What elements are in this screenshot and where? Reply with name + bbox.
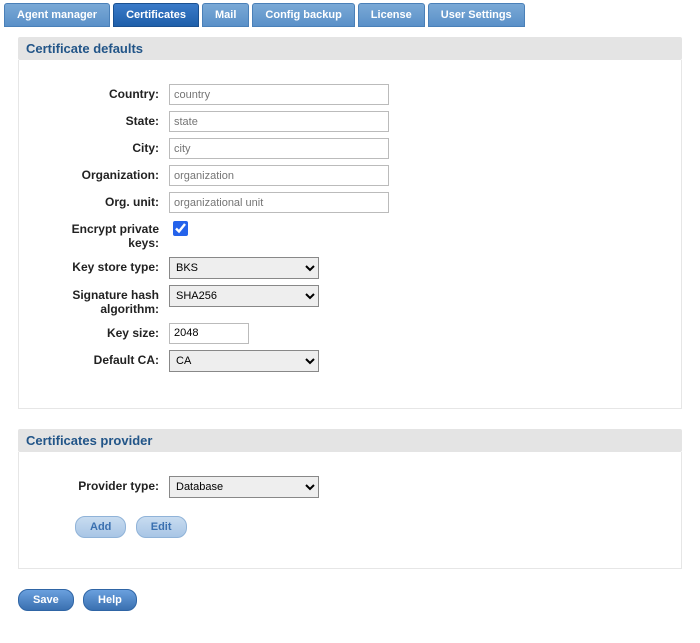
- panel-certificates-provider: Certificates provider Provider type: Dat…: [18, 429, 682, 569]
- panel-header-provider: Certificates provider: [18, 429, 682, 452]
- input-country[interactable]: [169, 84, 389, 105]
- tab-bar: Agent manager Certificates Mail Config b…: [0, 0, 700, 27]
- input-key-size[interactable]: [169, 323, 249, 344]
- select-key-store-type[interactable]: BKS: [169, 257, 319, 279]
- panel-body-defaults: Country: State: City: Organization:: [18, 60, 682, 409]
- footer-buttons: Save Help: [18, 589, 682, 625]
- save-button[interactable]: Save: [18, 589, 74, 611]
- panel-header-defaults: Certificate defaults: [18, 37, 682, 60]
- tab-user-settings[interactable]: User Settings: [428, 3, 525, 27]
- label-country: Country:: [39, 84, 169, 101]
- content-area: Certificate defaults Country: State: Cit…: [0, 27, 700, 643]
- select-sig-hash-alg[interactable]: SHA256: [169, 285, 319, 307]
- tab-agent-manager[interactable]: Agent manager: [4, 3, 110, 27]
- label-encrypt-keys: Encrypt private keys:: [39, 219, 169, 251]
- help-button[interactable]: Help: [83, 589, 137, 611]
- tab-license[interactable]: License: [358, 3, 425, 27]
- label-org-unit: Org. unit:: [39, 192, 169, 209]
- checkbox-encrypt-keys[interactable]: [173, 221, 188, 236]
- select-default-ca[interactable]: CA: [169, 350, 319, 372]
- label-key-store-type: Key store type:: [39, 257, 169, 274]
- select-provider-type[interactable]: Database: [169, 476, 319, 498]
- label-state: State:: [39, 111, 169, 128]
- label-sig-hash-alg: Signature hash algorithm:: [39, 285, 169, 317]
- tab-config-backup[interactable]: Config backup: [252, 3, 354, 27]
- panel-body-provider: Provider type: Database Add Edit: [18, 452, 682, 569]
- label-organization: Organization:: [39, 165, 169, 182]
- input-organization[interactable]: [169, 165, 389, 186]
- tab-mail[interactable]: Mail: [202, 3, 249, 27]
- label-key-size: Key size:: [39, 323, 169, 340]
- input-state[interactable]: [169, 111, 389, 132]
- label-default-ca: Default CA:: [39, 350, 169, 367]
- add-button[interactable]: Add: [75, 516, 126, 538]
- tab-certificates[interactable]: Certificates: [113, 3, 199, 27]
- input-org-unit[interactable]: [169, 192, 389, 213]
- label-provider-type: Provider type:: [39, 476, 169, 493]
- input-city[interactable]: [169, 138, 389, 159]
- panel-certificate-defaults: Certificate defaults Country: State: Cit…: [18, 37, 682, 409]
- label-city: City:: [39, 138, 169, 155]
- edit-button[interactable]: Edit: [136, 516, 187, 538]
